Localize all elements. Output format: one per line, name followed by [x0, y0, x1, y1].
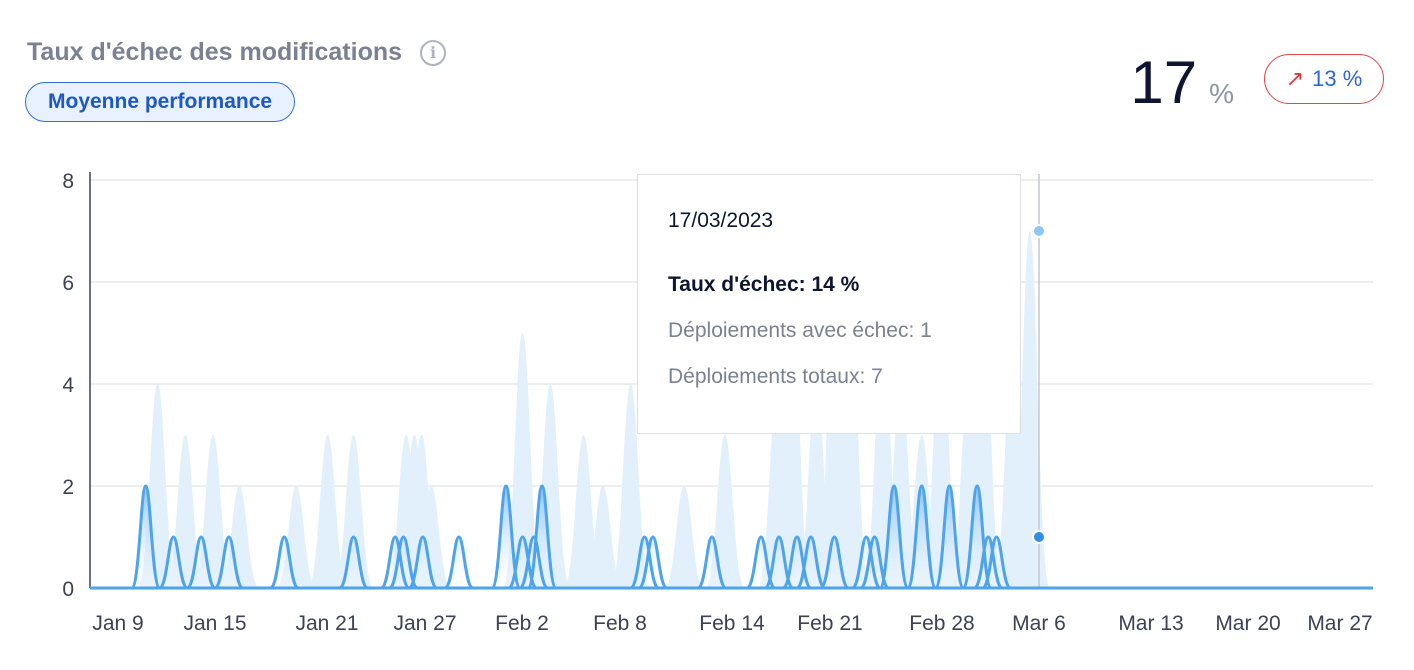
tooltip-failed-deployments: Déploiements avec échec: 1 — [668, 319, 932, 342]
tooltip-total-deployments: Déploiements totaux: 7 — [668, 365, 883, 388]
y-tick-label: 0 — [62, 578, 74, 601]
x-tick-label: Jan 15 — [183, 612, 246, 635]
x-tick-label: Jan 27 — [393, 612, 456, 635]
y-tick-label: 2 — [62, 476, 74, 499]
y-tick-label: 4 — [62, 374, 74, 397]
tooltip-rate: Taux d'échec: 14 % — [668, 273, 860, 296]
x-tick-label: Feb 28 — [909, 612, 974, 635]
chart-tooltip: 17/03/2023 Taux d'échec: 14 % Déploiemen… — [637, 174, 1021, 434]
x-tick-label: Feb 14 — [699, 612, 765, 635]
x-tick-label: Feb 21 — [797, 612, 862, 635]
x-tick-label: Mar 6 — [1012, 612, 1066, 635]
highlight-point-total — [1032, 224, 1046, 238]
x-tick-label: Mar 13 — [1118, 612, 1183, 635]
highlight-point-failed — [1032, 530, 1046, 544]
x-tick-label: Feb 8 — [593, 612, 647, 635]
tooltip-date: 17/03/2023 — [668, 209, 774, 232]
x-tick-label: Jan 9 — [92, 612, 143, 635]
y-tick-label: 8 — [62, 170, 74, 193]
y-tick-label: 6 — [62, 272, 74, 295]
x-tick-label: Jan 21 — [295, 612, 358, 635]
x-tick-label: Feb 2 — [495, 612, 549, 635]
x-tick-label: Mar 27 — [1307, 612, 1372, 635]
x-tick-label: Mar 20 — [1215, 612, 1280, 635]
